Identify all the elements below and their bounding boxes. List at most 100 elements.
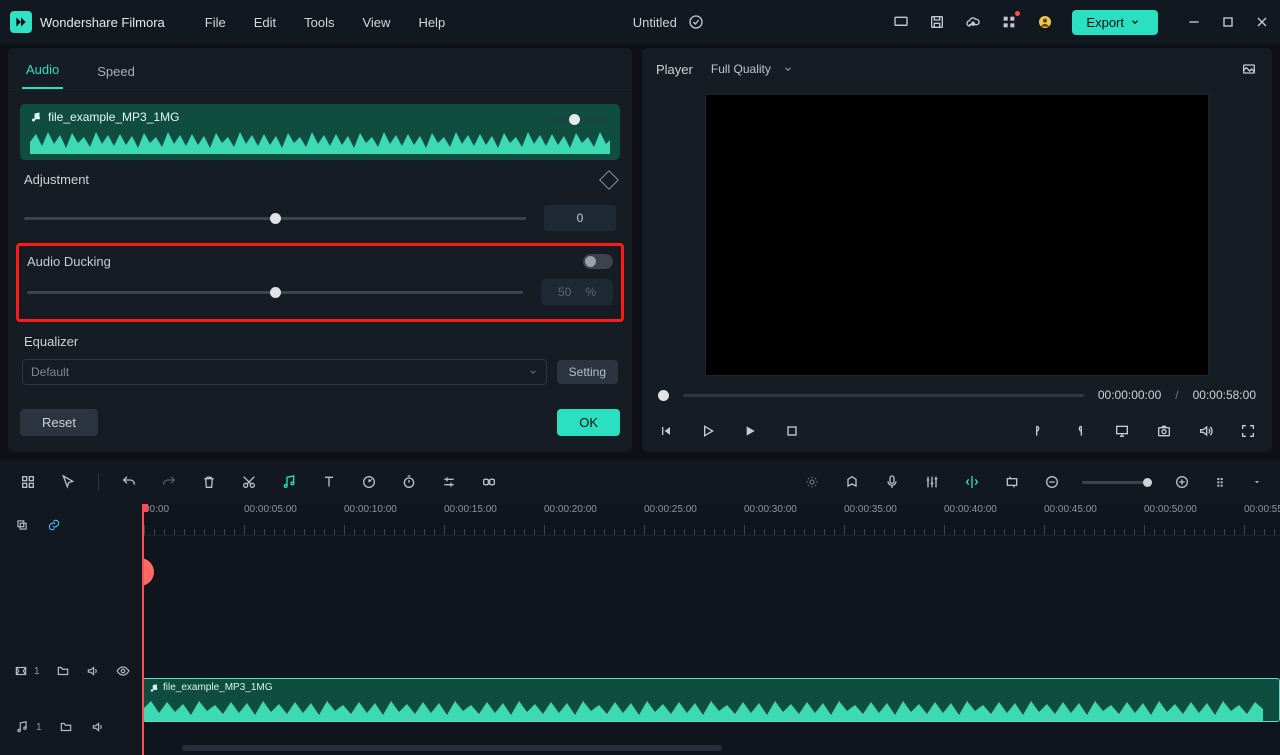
link-tool-icon[interactable]: [479, 472, 499, 492]
pitch-thumb[interactable]: [270, 213, 281, 224]
select-tool-icon[interactable]: [58, 472, 78, 492]
separator: [98, 473, 99, 491]
audio-track[interactable]: file_example_MP3_1MG: [142, 672, 1280, 728]
export-button[interactable]: Export: [1072, 10, 1158, 35]
time-current: 00:00:00:00: [1098, 388, 1161, 402]
ruler-label: 00:00:30:00: [744, 504, 797, 515]
duplicate-icon[interactable]: [14, 517, 30, 533]
time-sep: /: [1175, 388, 1178, 402]
menu-help[interactable]: Help: [418, 15, 445, 30]
time-ruler[interactable]: 00:0000:00:05:0000:00:10:0000:00:15:0000…: [142, 504, 1280, 536]
camera-icon[interactable]: [1154, 421, 1174, 441]
tab-audio[interactable]: Audio: [22, 52, 63, 89]
fullscreen-icon[interactable]: [1238, 421, 1258, 441]
horizontal-scrollbar[interactable]: [182, 745, 722, 751]
visibility-icon[interactable]: [116, 663, 130, 679]
ok-button[interactable]: OK: [557, 409, 620, 436]
prev-frame-button[interactable]: [656, 421, 676, 441]
zoom-thumb[interactable]: [1143, 478, 1152, 487]
app-logo-icon: [10, 11, 32, 33]
auto-beat-icon[interactable]: [962, 472, 982, 492]
maximize-button[interactable]: [1220, 14, 1236, 30]
mute-icon[interactable]: [90, 719, 106, 735]
audio-panel: Audio Speed file_example_MP3_1MG Adj: [8, 48, 632, 452]
render-icon[interactable]: [802, 472, 822, 492]
equalizer-preset-select[interactable]: Default: [22, 359, 547, 385]
tab-speed[interactable]: Speed: [93, 54, 139, 89]
play-pause-button[interactable]: [698, 421, 718, 441]
ruler-label: 00:00:05:00: [244, 504, 297, 515]
volume-icon[interactable]: [1196, 421, 1216, 441]
layout-icon[interactable]: [18, 472, 38, 492]
zoom-out-icon[interactable]: [1042, 472, 1062, 492]
track-options-icon[interactable]: [1212, 472, 1232, 492]
ruler-label: 00:00:40:00: [944, 504, 997, 515]
play-button[interactable]: [740, 421, 760, 441]
zoom-slider[interactable]: [1082, 481, 1152, 484]
cloud-icon[interactable]: [964, 13, 982, 31]
clip-header: file_example_MP3_1MG: [30, 110, 610, 124]
snapshot-gallery-icon[interactable]: [1240, 60, 1258, 78]
adjust-icon[interactable]: [439, 472, 459, 492]
cut-icon[interactable]: [239, 472, 259, 492]
zoom-in-icon[interactable]: [1172, 472, 1192, 492]
marker-icon[interactable]: [842, 472, 862, 492]
menu-view[interactable]: View: [362, 15, 390, 30]
music-note-icon: [30, 111, 42, 123]
timer-icon[interactable]: [399, 472, 419, 492]
chevron-down-icon: [1130, 17, 1140, 27]
equalizer-row: Default Setting: [20, 355, 620, 389]
reset-button[interactable]: Reset: [20, 409, 98, 436]
close-button[interactable]: [1254, 14, 1270, 30]
mute-icon[interactable]: [86, 663, 100, 679]
quality-select[interactable]: Full Quality: [711, 62, 793, 76]
keyframe-icon[interactable]: [599, 170, 619, 190]
pitch-slider[interactable]: [24, 217, 526, 220]
menu-edit[interactable]: Edit: [254, 15, 276, 30]
ruler-label: 00:00:10:00: [344, 504, 397, 515]
minimize-button[interactable]: [1186, 14, 1202, 30]
clip-fade-thumb[interactable]: [569, 114, 580, 125]
mic-icon[interactable]: [882, 472, 902, 492]
waveform-icon: [30, 126, 610, 154]
mark-out-icon[interactable]: [1070, 421, 1090, 441]
mark-in-icon[interactable]: [1028, 421, 1048, 441]
playhead[interactable]: [142, 504, 144, 755]
dropdown-icon[interactable]: [1252, 472, 1262, 492]
track-head-top: [0, 504, 142, 546]
audio-clip-preview[interactable]: file_example_MP3_1MG: [20, 104, 620, 160]
display-icon[interactable]: [1112, 421, 1132, 441]
folder-icon[interactable]: [58, 719, 74, 735]
device-icon[interactable]: [892, 13, 910, 31]
link-icon[interactable]: [46, 517, 62, 533]
save-icon[interactable]: [928, 13, 946, 31]
equalizer-setting-button[interactable]: Setting: [557, 360, 618, 384]
ruler-label: 00:00:25:00: [644, 504, 697, 515]
menu-tools[interactable]: Tools: [304, 15, 334, 30]
audio-mixer-icon[interactable]: [922, 472, 942, 492]
profile-icon[interactable]: [1036, 13, 1054, 31]
undo-icon[interactable]: [119, 472, 139, 492]
delete-icon[interactable]: [199, 472, 219, 492]
ducking-thumb[interactable]: [270, 287, 281, 298]
text-icon[interactable]: [319, 472, 339, 492]
ducking-toggle[interactable]: [583, 254, 613, 269]
pitch-value[interactable]: 0: [544, 205, 616, 231]
video-track[interactable]: [142, 614, 1280, 670]
ducking-slider[interactable]: [27, 291, 523, 294]
menu-file[interactable]: File: [205, 15, 226, 30]
speed-tool-icon[interactable]: [359, 472, 379, 492]
timeline-audio-clip[interactable]: file_example_MP3_1MG: [142, 678, 1280, 722]
time-total: 00:00:58:00: [1193, 388, 1256, 402]
redo-icon[interactable]: [159, 472, 179, 492]
track-area[interactable]: 00:0000:00:05:0000:00:10:0000:00:15:0000…: [142, 504, 1280, 755]
preview-canvas[interactable]: [705, 94, 1209, 376]
seek-thumb[interactable]: [658, 390, 669, 401]
crop-tool-icon[interactable]: [1002, 472, 1022, 492]
stop-button[interactable]: [782, 421, 802, 441]
audio-tool-icon[interactable]: [279, 472, 299, 492]
seek-track[interactable]: [683, 394, 1084, 397]
music-note-icon: [149, 683, 159, 693]
folder-icon[interactable]: [56, 663, 70, 679]
apps-icon[interactable]: [1000, 13, 1018, 31]
